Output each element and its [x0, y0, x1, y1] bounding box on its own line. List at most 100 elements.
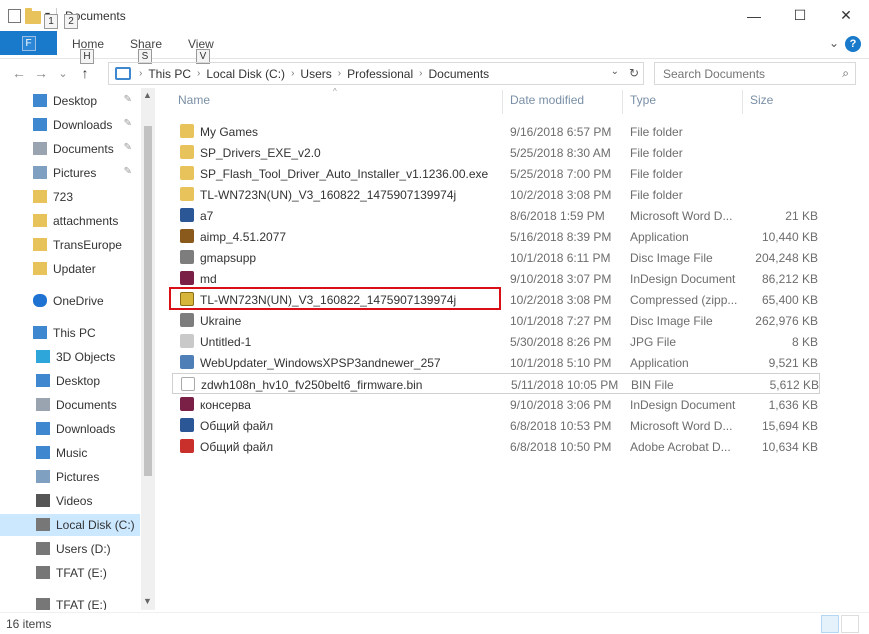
tab-view[interactable]: View V — [188, 37, 214, 64]
maximize-button[interactable]: ☐ — [777, 0, 823, 31]
file-type: Microsoft Word D... — [630, 419, 733, 433]
file-row[interactable]: Untitled-1 5/30/2018 8:26 PM JPG File 8 KB — [172, 331, 820, 352]
refresh-icon[interactable]: ↻ — [629, 66, 639, 80]
column-header-name[interactable]: Name — [178, 93, 210, 113]
sidebar-scroll-thumb[interactable] — [144, 126, 152, 476]
quick-access-toolbar: ▾ 1 2 — [0, 7, 78, 29]
sidebar-item-label: Desktop — [56, 374, 101, 388]
file-name: zdwh108n_hv10_fv250belt6_firmware.bin — [201, 378, 423, 392]
column-header-type[interactable]: Type — [630, 93, 656, 113]
column-header-date[interactable]: Date modified — [510, 93, 584, 113]
sidebar-item[interactable]: TFAT (E:) — [0, 562, 140, 584]
help-icon[interactable]: ? — [845, 36, 861, 52]
up-button[interactable]: ↑ — [74, 65, 96, 81]
sidebar-item[interactable]: Users (D:) — [0, 538, 140, 560]
search-box[interactable]: ⌕ — [654, 62, 856, 85]
file-tab[interactable]: F — [0, 31, 57, 55]
pin-icon[interactable]: ✎ — [124, 142, 132, 153]
file-name: aimp_4.51.2077 — [200, 230, 287, 244]
search-icon[interactable]: ⌕ — [842, 66, 849, 81]
breadcrumb-separator: › — [197, 68, 201, 79]
search-input[interactable] — [663, 66, 833, 81]
sidebar-item[interactable]: Downloads — [0, 418, 140, 440]
breadcrumb-users[interactable]: Users — [300, 67, 331, 81]
sidebar-item[interactable]: Desktop ✎ — [0, 90, 140, 112]
back-button[interactable]: ← — [8, 65, 30, 81]
details-view-button[interactable] — [821, 615, 839, 633]
file-row[interactable]: aimp_4.51.2077 5/16/2018 8:39 PM Applicati… — [172, 226, 820, 247]
breadcrumb-professional[interactable]: Professional — [347, 67, 413, 81]
column-divider[interactable] — [742, 90, 743, 114]
sidebar-item[interactable]: Downloads ✎ — [0, 114, 140, 136]
breadcrumb-documents[interactable]: Documents — [428, 67, 489, 81]
file-size: 21 KB — [785, 209, 818, 223]
folder-icon — [33, 190, 47, 203]
sidebar-item[interactable]: Updater — [0, 258, 140, 280]
sidebar-item[interactable]: Pictures — [0, 466, 140, 488]
file-row[interactable]: Ukraine 10/1/2018 7:27 PM Disc Image File 2… — [172, 310, 820, 331]
column-divider[interactable] — [502, 90, 503, 114]
file-row[interactable]: TL-WN723N(UN)_V3_160822_1475907139974j 10… — [172, 184, 820, 205]
sidebar-item[interactable]: TransEurope — [0, 234, 140, 256]
sidebar-item[interactable]: TFAT (E:) — [0, 594, 140, 610]
address-bar[interactable]: › This PC › Local Disk (C:) › Users › Pr… — [108, 62, 644, 85]
file-row[interactable]: md 9/10/2018 3:07 PM InDesign Document 86,2… — [172, 268, 820, 289]
file-row[interactable]: gmapsupp 10/1/2018 6:11 PM Disc Image File… — [172, 247, 820, 268]
sidebar-item[interactable]: Pictures ✎ — [0, 162, 140, 184]
file-row[interactable]: SP_Flash_Tool_Driver_Auto_Installer_v1.1… — [172, 163, 820, 184]
properties-icon[interactable] — [8, 8, 21, 23]
breadcrumb-local-disk[interactable]: Local Disk (C:) — [206, 67, 285, 81]
file-row[interactable]: Общий файл 6/8/2018 10:53 PM Microsoft Wor… — [172, 415, 820, 436]
sidebar-item[interactable]: 723 — [0, 186, 140, 208]
file-row[interactable]: SP_Drivers_EXE_v2.0 5/25/2018 8:30 AM File… — [172, 142, 820, 163]
file-row[interactable]: консерва 9/10/2018 3:06 PM InDesign Docume… — [172, 394, 820, 415]
folder-icon — [33, 214, 47, 227]
status-bar: 16 items — [0, 612, 869, 634]
file-row[interactable]: zdwh108n_hv10_fv250belt6_firmware.bin 5/1… — [172, 373, 820, 394]
scroll-down-icon[interactable]: ▼ — [143, 596, 152, 606]
large-icons-view-button[interactable] — [841, 615, 859, 633]
highlight-annotation — [169, 287, 501, 310]
recent-locations-button[interactable]: ⌄ — [52, 67, 74, 80]
pin-icon[interactable]: ✎ — [124, 94, 132, 105]
minimize-button[interactable]: — — [731, 0, 777, 31]
tab-home[interactable]: Home H — [72, 37, 104, 64]
view-switcher — [821, 615, 859, 633]
new-folder-icon[interactable] — [25, 7, 41, 24]
file-date: 10/2/2018 3:08 PM — [510, 293, 612, 307]
tab-share[interactable]: Share S — [130, 37, 162, 64]
sidebar-item[interactable]: attachments — [0, 210, 140, 232]
sidebar-item[interactable]: 3D Objects — [0, 346, 140, 368]
sidebar-item[interactable]: This PC — [0, 322, 140, 344]
file-row[interactable]: WebUpdater_WindowsXPSP3andnewer_257 10/1/… — [172, 352, 820, 373]
pin-icon[interactable]: ✎ — [124, 118, 132, 129]
close-button[interactable]: ✕ — [823, 0, 869, 31]
file-name: md — [200, 272, 217, 286]
breadcrumb-this-pc[interactable]: This PC — [148, 67, 191, 81]
column-divider[interactable] — [622, 90, 623, 114]
sidebar-item[interactable]: Videos — [0, 490, 140, 512]
file-row[interactable]: My Games 9/16/2018 6:57 PM File folder — [172, 121, 820, 142]
sidebar-item[interactable]: OneDrive — [0, 290, 140, 312]
sidebar-item[interactable]: Local Disk (C:) — [0, 514, 140, 536]
sidebar-item-label: Updater — [53, 262, 96, 276]
ribbon-collapse-chevron-icon[interactable]: ⌄ — [829, 36, 839, 50]
onedrive-icon — [33, 294, 47, 307]
address-dropdown-icon[interactable]: ⌄ — [611, 66, 619, 77]
file-row[interactable]: Общий файл 6/8/2018 10:50 PM Adobe Acrobat… — [172, 436, 820, 457]
file-type: File folder — [630, 167, 683, 181]
column-header-size[interactable]: Size — [750, 93, 773, 113]
file-date: 9/16/2018 6:57 PM — [510, 125, 612, 139]
forward-button[interactable]: → — [30, 65, 52, 81]
pin-icon[interactable]: ✎ — [124, 166, 132, 177]
sidebar-item[interactable]: Music — [0, 442, 140, 464]
sidebar-item[interactable]: Documents ✎ — [0, 138, 140, 160]
sidebar-item-label: OneDrive — [53, 294, 104, 308]
sidebar-scrollbar[interactable]: ▲ ▼ — [141, 88, 155, 610]
sidebar-item[interactable]: Documents — [0, 394, 140, 416]
sidebar-item[interactable]: Desktop — [0, 370, 140, 392]
file-row[interactable]: a7 8/6/2018 1:59 PM Microsoft Word D... 21 … — [172, 205, 820, 226]
scroll-up-icon[interactable]: ▲ — [143, 90, 152, 100]
breadcrumb-separator: › — [291, 68, 295, 79]
disc-file-icon — [180, 313, 194, 327]
